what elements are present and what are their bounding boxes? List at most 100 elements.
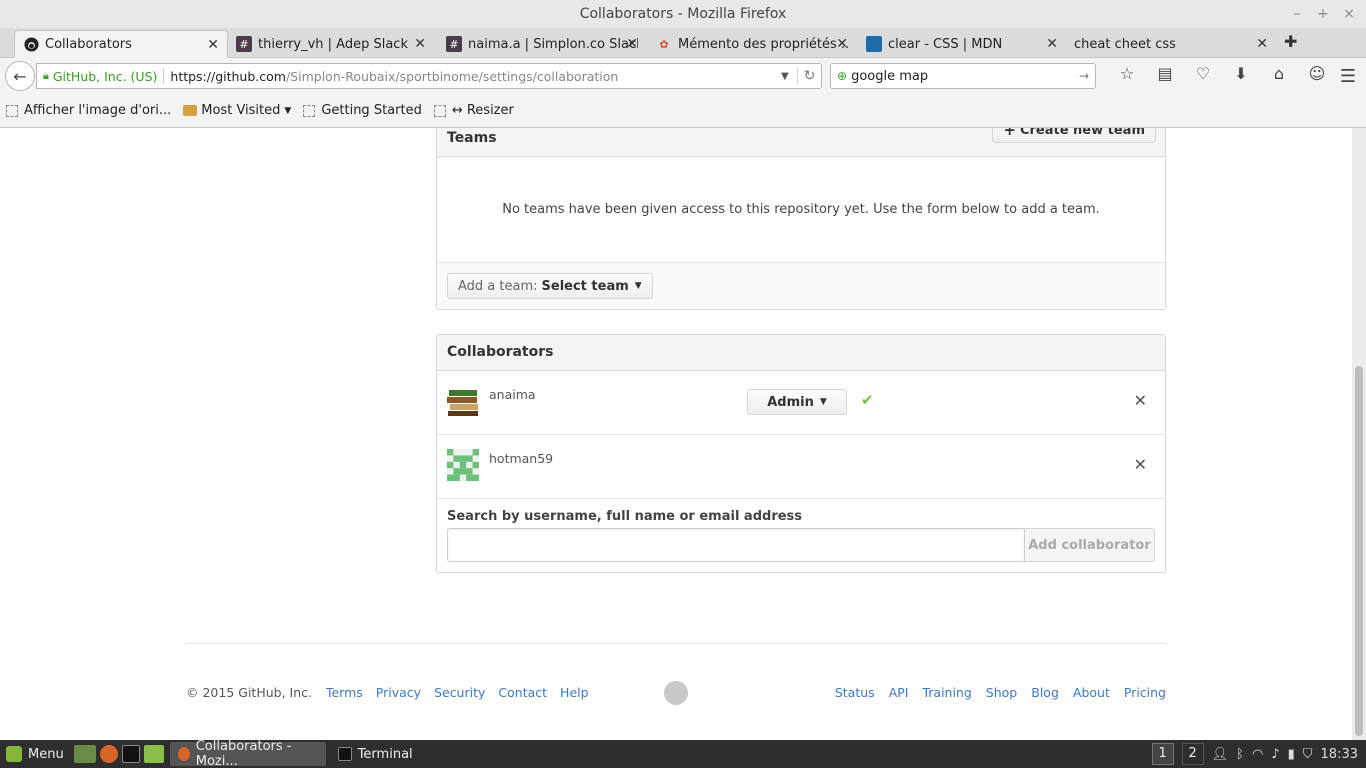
search-engine-icon[interactable]: ⊕	[837, 69, 847, 83]
battery-icon[interactable]: ▮	[1288, 747, 1295, 762]
footer-link-training[interactable]: Training	[922, 685, 971, 700]
star-icon[interactable]: ☆	[1108, 64, 1146, 83]
footer-link-api[interactable]: API	[889, 685, 909, 700]
footer-link-shop[interactable]: Shop	[986, 685, 1017, 700]
footer-link-pricing[interactable]: Pricing	[1124, 685, 1166, 700]
caret-down-icon: ▼	[634, 281, 642, 291]
mdn-icon	[866, 36, 882, 52]
back-button[interactable]: ←	[5, 61, 35, 91]
chevron-down-icon[interactable]: ▼	[781, 71, 797, 82]
download-icon[interactable]: ⬇	[1222, 64, 1260, 83]
tab-memento[interactable]: ✿ Mémento des propriétés ... ✕	[648, 30, 856, 58]
network-icon[interactable]: ◠	[1252, 747, 1263, 762]
arrow-left-icon: ←	[13, 66, 27, 86]
minimize-icon[interactable]: –	[1290, 0, 1304, 28]
teams-empty-message: No teams have been given access to this …	[437, 157, 1165, 263]
github-icon	[23, 37, 39, 53]
new-tab-icon[interactable]: ✚	[1284, 32, 1297, 51]
collaborator-row: hotman59 ✕	[437, 435, 1165, 499]
bookmarks-bar: Afficher l'image d'ori... Most Visited ▼…	[0, 94, 1366, 128]
workspace-1[interactable]: 1	[1151, 743, 1174, 765]
collaborator-search-input[interactable]	[447, 528, 1025, 562]
close-icon[interactable]: ✕	[836, 36, 848, 52]
collaborators-box: Collaborators anaima Admin ▼ ✔ ✕ hotman5…	[436, 334, 1166, 573]
shield-icon[interactable]: ⛉	[1303, 747, 1313, 762]
taskbar-task-terminal[interactable]: Terminal	[330, 742, 421, 766]
github-octocat-icon[interactable]	[664, 681, 688, 705]
caret-down-icon: ▼	[819, 397, 827, 407]
footer-link-security[interactable]: Security	[434, 685, 485, 700]
create-new-team-button[interactable]: + Create new team	[992, 128, 1156, 143]
lock-icon: 🔒︎	[43, 69, 49, 82]
scrollbar-thumb[interactable]	[1355, 366, 1363, 736]
collaborator-name[interactable]: hotman59	[489, 451, 553, 466]
bookmark-most-visited[interactable]: Most Visited ▼	[183, 103, 291, 118]
slack-icon: #	[236, 36, 252, 52]
close-icon[interactable]: ✕	[1256, 36, 1268, 52]
footer-link-status[interactable]: Status	[835, 685, 875, 700]
mint-logo-icon	[6, 746, 22, 762]
site-identity[interactable]: GitHub, Inc. (US)	[53, 69, 158, 84]
footer-link-blog[interactable]: Blog	[1031, 685, 1059, 700]
remove-collaborator-icon[interactable]: ✕	[1134, 391, 1147, 410]
footer-link-privacy[interactable]: Privacy	[376, 685, 421, 700]
pocket-icon[interactable]: ♡	[1184, 64, 1222, 83]
tab-bar: Collaborators ✕ # thierry_vh | Adep Slac…	[0, 28, 1366, 58]
avatar[interactable]	[447, 385, 479, 417]
show-desktop-icon[interactable]	[73, 745, 96, 763]
search-input[interactable]: google map	[851, 69, 1079, 84]
arrow-right-icon[interactable]: →	[1079, 69, 1095, 83]
reload-icon[interactable]: ↻	[797, 68, 821, 84]
url-text[interactable]: https://github.com/Simplon-Roubaix/sport…	[170, 69, 781, 84]
teams-box: Teams + Create new team No teams have be…	[436, 128, 1166, 310]
firefox-launcher-icon[interactable]	[99, 745, 118, 763]
start-menu-button[interactable]: Menu	[0, 746, 72, 762]
checkmark-icon: ✔	[861, 391, 874, 409]
select-team-button[interactable]: Add a team: Select team ▼	[447, 273, 653, 299]
search-bar[interactable]: ⊕ google map →	[830, 63, 1096, 89]
search-label: Search by username, full name or email a…	[447, 509, 803, 524]
slack-icon: #	[446, 36, 462, 52]
workspace-2[interactable]: 2	[1181, 743, 1204, 765]
collaborator-name[interactable]: anaima	[489, 387, 536, 402]
avatar[interactable]	[447, 449, 479, 481]
tab-mdn[interactable]: clear - CSS | MDN ✕	[858, 30, 1066, 58]
collaborator-row: anaima Admin ▼ ✔ ✕	[437, 371, 1165, 435]
bluetooth-icon[interactable]: ᛒ	[1236, 747, 1244, 762]
close-icon[interactable]: ✕	[414, 36, 426, 52]
remove-collaborator-icon[interactable]: ✕	[1134, 455, 1147, 474]
chat-icon[interactable]: ☺	[1298, 64, 1336, 83]
bookmark-getting-started[interactable]: Getting Started	[303, 103, 422, 118]
clock[interactable]: 18:33	[1321, 747, 1358, 762]
memento-icon: ✿	[659, 37, 669, 51]
tab-cheat-sheet[interactable]: cheat cheet css ✕	[1066, 30, 1276, 58]
volume-icon[interactable]: ♪	[1271, 747, 1279, 762]
close-icon[interactable]: ✕	[626, 36, 638, 52]
add-collaborator-button[interactable]: Add collaborator	[1025, 528, 1155, 562]
bookmark-afficher-image[interactable]: Afficher l'image d'ori...	[6, 103, 171, 118]
tab-adep-slack[interactable]: # thierry_vh | Adep Slack ✕	[228, 30, 434, 58]
footer-link-contact[interactable]: Contact	[498, 685, 547, 700]
footer-link-help[interactable]: Help	[560, 685, 589, 700]
page-scrollbar[interactable]	[1352, 128, 1366, 740]
terminal-launcher-icon[interactable]	[121, 745, 140, 763]
footer-link-about[interactable]: About	[1073, 685, 1110, 700]
url-bar[interactable]: 🔒︎ GitHub, Inc. (US) https://github.com/…	[36, 63, 822, 89]
close-icon[interactable]: ✕	[207, 37, 219, 53]
footer-link-terms[interactable]: Terms	[326, 685, 363, 700]
hamburger-menu-icon[interactable]: ☰	[1340, 66, 1356, 87]
taskbar: Menu Collaborators - Mozi... Terminal 1 …	[0, 739, 1366, 768]
close-icon[interactable]: ✕	[1046, 36, 1058, 52]
tab-simplon-slack[interactable]: # naima.a | Simplon.co Slack ✕	[438, 30, 646, 58]
add-team-area: Add a team: Select team ▼	[437, 263, 1165, 309]
user-icon[interactable]: 👤︎	[1212, 747, 1229, 762]
tab-collaborators[interactable]: Collaborators ✕	[14, 30, 228, 58]
role-select-button[interactable]: Admin ▼	[747, 389, 847, 415]
files-launcher-icon[interactable]	[143, 745, 164, 763]
bookmark-resizer[interactable]: ↔ Resizer	[433, 103, 514, 118]
taskbar-task-firefox[interactable]: Collaborators - Mozi...	[169, 739, 326, 768]
reading-list-icon[interactable]: ▤	[1146, 64, 1184, 83]
home-icon[interactable]: ⌂	[1260, 64, 1298, 83]
maximize-icon[interactable]: +	[1316, 0, 1330, 28]
close-window-icon[interactable]: ×	[1342, 0, 1356, 28]
